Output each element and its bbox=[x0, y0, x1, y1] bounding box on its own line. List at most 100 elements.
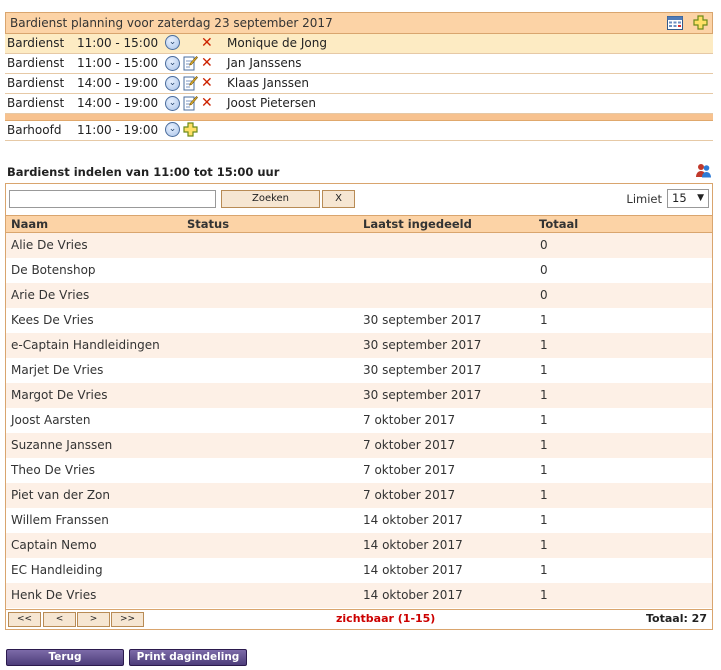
cell-last-assigned: 7 oktober 2017 bbox=[363, 488, 456, 502]
cell-last-assigned: 7 oktober 2017 bbox=[363, 413, 456, 427]
cell-name: Margot De Vries bbox=[11, 388, 108, 402]
total-count: Totaal: 27 bbox=[645, 612, 707, 625]
cell-last-assigned: 30 september 2017 bbox=[363, 313, 482, 327]
cell-total: 1 bbox=[540, 413, 548, 427]
cell-total: 0 bbox=[540, 288, 548, 302]
shift-role: Bardienst bbox=[7, 36, 65, 50]
edit-icon[interactable] bbox=[183, 55, 198, 71]
delete-icon[interactable]: ✕ bbox=[201, 56, 213, 70]
chevron-down-icon[interactable]: ⌄ bbox=[165, 75, 180, 91]
shift-icons: ⌄ ✕ bbox=[165, 35, 213, 50]
head-shift-icons: ⌄ bbox=[165, 122, 198, 137]
table-row[interactable]: De Botenshop 0 bbox=[6, 258, 712, 283]
add-person-plus-icon[interactable] bbox=[183, 122, 198, 137]
edit-icon[interactable] bbox=[183, 95, 198, 111]
cell-name: e-Captain Handleidingen bbox=[11, 338, 160, 352]
shift-icons: ⌄ ✕ bbox=[165, 95, 213, 111]
edit-icon[interactable] bbox=[183, 75, 198, 91]
table-row[interactable]: e-Captain Handleidingen 30 september 2017… bbox=[6, 333, 712, 358]
cell-last-assigned: 7 oktober 2017 bbox=[363, 438, 456, 452]
table-header: Naam Status Laatst ingedeeld Totaal bbox=[6, 215, 712, 233]
dropdown-arrow-icon: ▼ bbox=[697, 193, 704, 203]
table-row[interactable]: Kees De Vries 30 september 2017 1 bbox=[6, 308, 712, 333]
print-day-schedule-button[interactable]: Print dagindeling bbox=[129, 649, 247, 666]
last-page-button[interactable]: >> bbox=[111, 612, 144, 627]
users-icon[interactable] bbox=[695, 163, 712, 178]
table-row[interactable]: Marjet De Vries 30 september 2017 1 bbox=[6, 358, 712, 383]
cell-name: Willem Franssen bbox=[11, 513, 109, 527]
chevron-down-icon[interactable]: ⌄ bbox=[165, 35, 180, 50]
table-row[interactable]: Margot De Vries 30 september 2017 1 bbox=[6, 383, 712, 408]
shift-icons: ⌄ ✕ bbox=[165, 75, 213, 91]
shift-rows: Bardienst 11:00 - 15:00 ⌄ ✕ Monique de Jong B… bbox=[5, 34, 713, 114]
table-row[interactable]: Piet van der Zon 7 oktober 2017 1 bbox=[6, 483, 712, 508]
delete-icon[interactable]: ✕ bbox=[201, 36, 213, 50]
planning-header: Bardienst planning voor zaterdag 23 sept… bbox=[5, 12, 713, 34]
next-page-button[interactable]: > bbox=[77, 612, 110, 627]
chevron-down-icon[interactable]: ⌄ bbox=[165, 95, 180, 111]
cell-last-assigned: 7 oktober 2017 bbox=[363, 463, 456, 477]
head-shift-row: Barhoofd 11:00 - 19:00 ⌄ bbox=[5, 121, 713, 141]
column-header-name[interactable]: Naam bbox=[11, 216, 48, 232]
cell-last-assigned: 14 oktober 2017 bbox=[363, 563, 463, 577]
cell-name: Piet van der Zon bbox=[11, 488, 110, 502]
cell-total: 0 bbox=[540, 238, 548, 252]
table-row[interactable]: Captain Nemo 14 oktober 2017 1 bbox=[6, 533, 712, 558]
shift-row: Bardienst 14:00 - 19:00 ⌄ ✕ Joost Pietersen bbox=[5, 94, 713, 114]
cell-total: 1 bbox=[540, 463, 548, 477]
clear-search-button[interactable]: X bbox=[322, 190, 355, 208]
shift-role: Bardienst bbox=[7, 96, 65, 110]
search-button[interactable]: Zoeken bbox=[221, 190, 320, 208]
column-header-last[interactable]: Laatst ingedeeld bbox=[363, 216, 472, 232]
table-row[interactable]: Alie De Vries 0 bbox=[6, 233, 712, 258]
planning-header-icons bbox=[667, 15, 708, 36]
column-header-total[interactable]: Totaal bbox=[539, 216, 578, 232]
chevron-down-icon[interactable]: ⌄ bbox=[165, 122, 180, 137]
cell-total: 1 bbox=[540, 488, 548, 502]
shift-time: 14:00 - 19:00 bbox=[77, 96, 159, 110]
planning-title: Bardienst planning voor zaterdag 23 sept… bbox=[10, 16, 333, 30]
cell-name: De Botenshop bbox=[11, 263, 96, 277]
cell-name: EC Handleiding bbox=[11, 563, 103, 577]
cell-name: Joost Aarsten bbox=[11, 413, 91, 427]
delete-icon[interactable]: ✕ bbox=[201, 96, 213, 110]
cell-total: 1 bbox=[540, 313, 548, 327]
shift-time: 14:00 - 19:00 bbox=[77, 76, 159, 90]
cell-name: Marjet De Vries bbox=[11, 363, 104, 377]
delete-icon[interactable]: ✕ bbox=[201, 76, 213, 90]
table-row[interactable]: Suzanne Janssen 7 oktober 2017 1 bbox=[6, 433, 712, 458]
shift-time: 11:00 - 15:00 bbox=[77, 56, 159, 70]
shift-role: Bardienst bbox=[7, 56, 65, 70]
limit-select[interactable]: 15 ▼ bbox=[667, 189, 709, 208]
planning-table: Bardienst planning voor zaterdag 23 sept… bbox=[5, 12, 713, 141]
column-header-status[interactable]: Status bbox=[187, 216, 229, 232]
back-button[interactable]: Terug bbox=[6, 649, 124, 666]
table-row[interactable]: Joost Aarsten 7 oktober 2017 1 bbox=[6, 408, 712, 433]
shift-person: Monique de Jong bbox=[227, 36, 327, 50]
shift-row: Bardienst 14:00 - 19:00 ⌄ ✕ Klaas Janssen bbox=[5, 74, 713, 94]
cell-total: 1 bbox=[540, 513, 548, 527]
first-page-button[interactable]: << bbox=[8, 612, 41, 627]
shift-person: Klaas Janssen bbox=[227, 76, 309, 90]
pager-bar: << < > >> zichtbaar (1-15) Totaal: 27 bbox=[6, 609, 712, 629]
cell-last-assigned: 14 oktober 2017 bbox=[363, 588, 463, 602]
add-shift-plus-icon[interactable] bbox=[693, 15, 708, 30]
chevron-down-icon[interactable]: ⌄ bbox=[165, 55, 180, 71]
table-row[interactable]: Arie De Vries 0 bbox=[6, 283, 712, 308]
search-input[interactable] bbox=[9, 190, 216, 208]
shift-row: Bardienst 11:00 - 15:00 ⌄ ✕ Jan Janssens bbox=[5, 54, 713, 74]
calendar-icon[interactable] bbox=[667, 15, 684, 30]
assign-title: Bardienst indelen van 11:00 tot 15:00 uu… bbox=[7, 165, 280, 179]
assign-panel: Zoeken X Limiet 15 ▼ Naam Status Laatst … bbox=[5, 183, 713, 630]
table-row[interactable]: Theo De Vries 7 oktober 2017 1 bbox=[6, 458, 712, 483]
shift-person: Jan Janssens bbox=[227, 56, 302, 70]
table-row[interactable]: EC Handleiding 14 oktober 2017 1 bbox=[6, 558, 712, 583]
cell-name: Theo De Vries bbox=[11, 463, 96, 477]
visible-range: zichtbaar (1-15) bbox=[336, 612, 436, 625]
table-row[interactable]: Willem Franssen 14 oktober 2017 1 bbox=[6, 508, 712, 533]
shift-role: Bardienst bbox=[7, 76, 65, 90]
head-shift-role: Barhoofd bbox=[7, 123, 62, 137]
table-row[interactable]: Henk De Vries 14 oktober 2017 1 bbox=[6, 583, 712, 608]
prev-page-button[interactable]: < bbox=[43, 612, 76, 627]
limit-label: Limiet bbox=[626, 192, 662, 206]
